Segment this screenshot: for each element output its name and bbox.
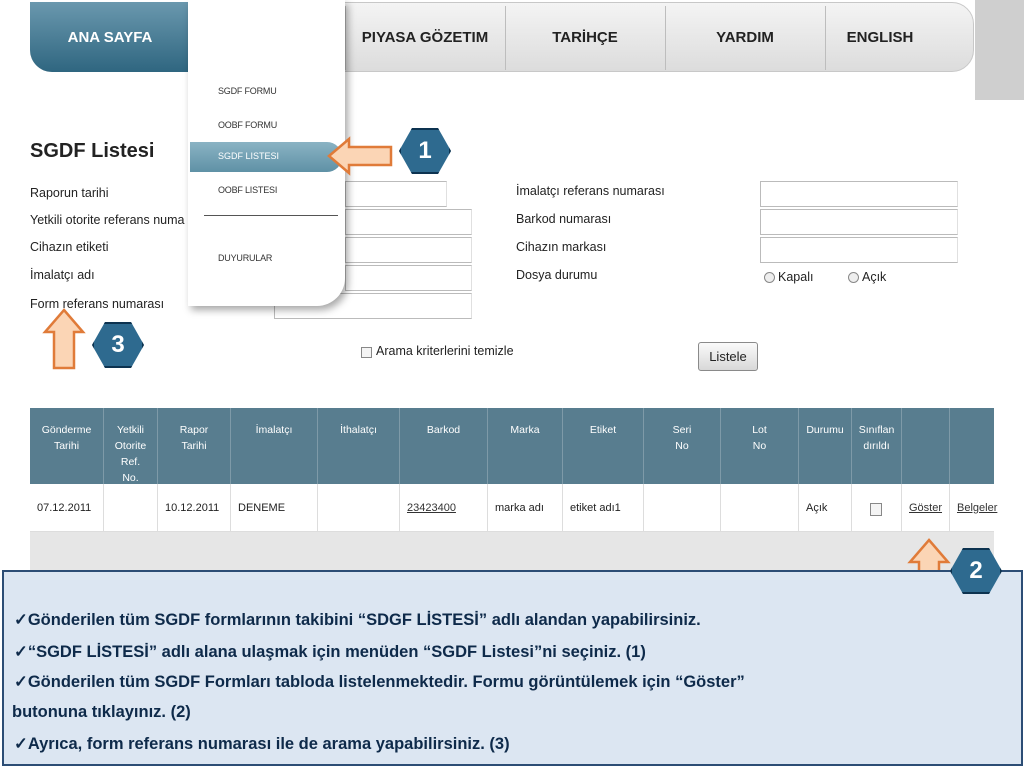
cell-authority-ref: [104, 484, 158, 532]
clear-criteria-checkbox[interactable]: [361, 347, 372, 358]
manufacturer-ref-input[interactable]: [760, 181, 958, 207]
cell-label: etiket adı1: [563, 484, 644, 532]
report-date-input[interactable]: [345, 181, 447, 207]
cell-send-date: 07.12.2011: [30, 484, 104, 532]
cell-lot: [721, 484, 799, 532]
radio-closed-label: Kapalı: [778, 270, 814, 284]
nav-right-edge: [975, 0, 1024, 100]
instruction-line-4: butonuna tıklayınız. (2): [12, 703, 191, 721]
step-badge-1: 1: [399, 128, 451, 174]
label-manufacturer: İmalatçı adı: [30, 268, 95, 282]
col-serial[interactable]: Seri No: [644, 408, 721, 484]
label-brand: Cihazın markası: [516, 240, 607, 254]
cell-show: Göster: [902, 484, 950, 532]
menu-item-oobf-list[interactable]: OOBF LISTESI: [218, 185, 277, 195]
nav-market-surveillance[interactable]: PIYASA GÖZETIM: [345, 0, 505, 74]
cell-barcode: 23423400: [400, 484, 488, 532]
cell-report-date: 10.12.2011: [158, 484, 231, 532]
col-authority-ref[interactable]: Yetkili Otorite Ref. No.: [104, 408, 158, 484]
cell-documents: Belgeler: [950, 484, 997, 532]
col-documents: [950, 408, 994, 484]
documents-link[interactable]: Belgeler: [957, 502, 997, 514]
arrow-up-icon: [42, 308, 86, 370]
menu-item-oobf-form[interactable]: OOBF FORMU: [218, 120, 277, 130]
instruction-line-3: ✓Gönderilen tüm SGDF Formları tabloda li…: [14, 673, 745, 691]
nav-history[interactable]: TARİHÇE: [505, 0, 665, 74]
label-authority-ref: Yetkili otorite referans numa: [30, 213, 185, 227]
nav-english[interactable]: ENGLISH: [825, 0, 935, 74]
show-link[interactable]: Göster: [909, 502, 942, 514]
arrow-left-icon: [327, 136, 393, 176]
arrow-left-shape: [327, 136, 393, 176]
col-classified[interactable]: Sınıflan dırıldı: [852, 408, 902, 484]
col-brand[interactable]: Marka: [488, 408, 563, 484]
cell-serial: [644, 484, 721, 532]
cell-importer: [318, 484, 400, 532]
cell-brand: marka adı: [488, 484, 563, 532]
col-lot[interactable]: Lot No: [721, 408, 799, 484]
col-label[interactable]: Etiket: [563, 408, 644, 484]
clear-criteria-label: Arama kriterlerini temizle: [376, 344, 514, 358]
list-button[interactable]: Listele: [698, 342, 758, 371]
cell-status: Açık: [799, 484, 852, 532]
page-title: SGDF Listesi: [30, 140, 155, 162]
radio-closed-circle[interactable]: [764, 272, 775, 284]
col-show: [902, 408, 950, 484]
label-report-date: Raporun tarihi: [30, 186, 109, 200]
menu-divider: [204, 215, 338, 216]
brand-input[interactable]: [760, 237, 958, 263]
authority-ref-input[interactable]: [345, 209, 472, 235]
radio-open-circle[interactable]: [848, 272, 859, 284]
nav-help[interactable]: YARDIM: [665, 0, 825, 74]
menu-item-sgdf-list-label: SGDF LISTESI: [218, 151, 280, 161]
label-device-label: Cihazın etiketi: [30, 240, 109, 254]
screen: ANA SAYFA PIYASA GÖZETIM TARİHÇE YARDIM …: [0, 0, 1024, 768]
radio-closed[interactable]: Kapalı: [764, 270, 813, 284]
label-file-status: Dosya durumu: [516, 268, 598, 282]
cell-manufacturer: DENEME: [231, 484, 318, 532]
col-barcode[interactable]: Barkod: [400, 408, 488, 484]
arrow-up-shape: [42, 308, 86, 370]
menu-item-sgdf-form[interactable]: SGDF FORMU: [218, 86, 277, 96]
col-importer[interactable]: İthalatçı: [318, 408, 400, 484]
barcode-link[interactable]: 23423400: [407, 502, 456, 514]
col-send-date[interactable]: Gönderme Tarihi: [30, 408, 104, 484]
instructions-box: ✓Gönderilen tüm SGDF formlarının takibin…: [2, 570, 1023, 766]
classified-checkbox[interactable]: [870, 503, 882, 516]
label-manufacturer-ref: İmalatçı referans numarası: [516, 184, 665, 198]
menu-item-announcements[interactable]: DUYURULAR: [218, 253, 272, 263]
device-label-input[interactable]: [345, 237, 472, 263]
menu-item-sgdf-list[interactable]: SGDF LISTESI: [190, 142, 342, 172]
col-manufacturer[interactable]: İmalatçı: [231, 408, 318, 484]
label-barcode: Barkod numarası: [516, 212, 612, 226]
col-report-date[interactable]: Rapor Tarihi: [158, 408, 231, 484]
barcode-input[interactable]: [760, 209, 958, 235]
col-status[interactable]: Durumu: [799, 408, 852, 484]
radio-open-label: Açık: [862, 270, 887, 284]
radio-open[interactable]: Açık: [848, 270, 886, 284]
step-badge-3: 3: [92, 322, 144, 368]
instruction-line-5: ✓Ayrıca, form referans numarası ile de a…: [14, 735, 510, 753]
manufacturer-input[interactable]: [345, 265, 472, 291]
instruction-line-2: ✓“SGDF LİSTESİ” adlı alana ulaşmak için …: [14, 643, 646, 661]
table-row-empty: [30, 532, 994, 572]
nav-home-label: ANA SAYFA: [67, 28, 153, 46]
nav-home[interactable]: ANA SAYFA: [30, 0, 190, 74]
instruction-line-1: ✓Gönderilen tüm SGDF formlarının takibin…: [14, 611, 701, 629]
